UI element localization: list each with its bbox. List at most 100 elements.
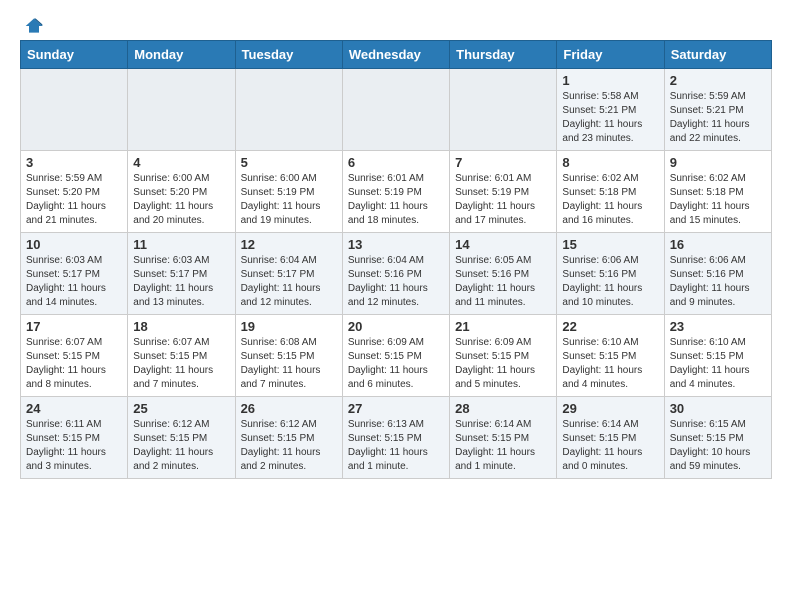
week-row-4: 17Sunrise: 6:07 AM Sunset: 5:15 PM Dayli… [21,315,772,397]
day-number: 28 [455,401,551,416]
day-cell-8: 8 Sunrise: 6:02 AM Sunset: 5:18 PM Daylig… [557,151,664,233]
week-row-1: 1 Sunrise: 5:58 AM Sunset: 5:21 PM Daylig… [21,69,772,151]
day-cell-9: 9 Sunrise: 6:02 AM Sunset: 5:18 PM Daylig… [664,151,771,233]
day-cell-30: 30 Sunrise: 6:15 AM Sunset: 5:15 PM Dayli… [664,397,771,479]
day-number: 3 [26,155,122,170]
day-cell-17: 17Sunrise: 6:07 AM Sunset: 5:15 PM Dayli… [21,315,128,397]
day-cell-6: 6 Sunrise: 6:01 AM Sunset: 5:19 PM Daylig… [342,151,449,233]
day-cell-2: 2 Sunrise: 5:59 AM Sunset: 5:21 PM Daylig… [664,69,771,151]
week-row-2: 3 Sunrise: 5:59 AM Sunset: 5:20 PM Daylig… [21,151,772,233]
empty-cell [128,69,235,151]
day-info: Sunrise: 6:09 AM Sunset: 5:15 PM Dayligh… [348,336,444,392]
day-cell-12: 12 Sunrise: 6:04 AM Sunset: 5:17 PM Dayli… [235,233,342,315]
day-cell-21: 21 Sunrise: 6:09 AM Sunset: 5:15 PM Dayli… [450,315,557,397]
day-info: Sunrise: 6:06 AM Sunset: 5:16 PM Dayligh… [670,254,766,310]
day-cell-3: 3 Sunrise: 5:59 AM Sunset: 5:20 PM Daylig… [21,151,128,233]
day-info: Sunrise: 6:01 AM Sunset: 5:19 PM Dayligh… [455,172,551,228]
day-cell-7: 7 Sunrise: 6:01 AM Sunset: 5:19 PM Daylig… [450,151,557,233]
day-number: 26 [241,401,337,416]
day-number: 22 [562,319,658,334]
day-number: 15 [562,237,658,252]
day-number: 8 [562,155,658,170]
day-number: 29 [562,401,658,416]
weekday-header-thursday: Thursday [450,41,557,69]
day-info: Sunrise: 6:02 AM Sunset: 5:18 PM Dayligh… [562,172,658,228]
day-info: Sunrise: 6:01 AM Sunset: 5:19 PM Dayligh… [348,172,444,228]
day-info: Sunrise: 6:13 AM Sunset: 5:15 PM Dayligh… [348,418,444,474]
day-number: 16 [670,237,766,252]
day-cell-22: 22 Sunrise: 6:10 AM Sunset: 5:15 PM Dayli… [557,315,664,397]
day-number: 13 [348,237,444,252]
day-number: 14 [455,237,551,252]
day-cell-29: 29Sunrise: 6:14 AM Sunset: 5:15 PM Dayli… [557,397,664,479]
day-cell-14: 14 Sunrise: 6:05 AM Sunset: 5:16 PM Dayli… [450,233,557,315]
empty-cell [342,69,449,151]
day-info: Sunrise: 6:07 AM Sunset: 5:15 PM Dayligh… [133,336,229,392]
day-number: 30 [670,401,766,416]
day-number: 5 [241,155,337,170]
day-number: 24 [26,401,122,416]
day-cell-18: 18Sunrise: 6:07 AM Sunset: 5:15 PM Dayli… [128,315,235,397]
day-info: Sunrise: 6:03 AM Sunset: 5:17 PM Dayligh… [26,254,122,310]
day-info: Sunrise: 6:05 AM Sunset: 5:16 PM Dayligh… [455,254,551,310]
day-number: 27 [348,401,444,416]
day-number: 11 [133,237,229,252]
day-number: 2 [670,73,766,88]
day-number: 7 [455,155,551,170]
weekday-header-friday: Friday [557,41,664,69]
header [20,16,772,32]
day-cell-4: 4Sunrise: 6:00 AM Sunset: 5:20 PM Daylig… [128,151,235,233]
weekday-header-monday: Monday [128,41,235,69]
day-info: Sunrise: 5:59 AM Sunset: 5:20 PM Dayligh… [26,172,122,228]
day-info: Sunrise: 6:12 AM Sunset: 5:15 PM Dayligh… [133,418,229,474]
day-cell-19: 19Sunrise: 6:08 AM Sunset: 5:15 PM Dayli… [235,315,342,397]
day-number: 23 [670,319,766,334]
logo-icon [24,16,44,36]
day-info: Sunrise: 5:59 AM Sunset: 5:21 PM Dayligh… [670,90,766,146]
weekday-header-row: SundayMondayTuesdayWednesdayThursdayFrid… [21,41,772,69]
day-number: 12 [241,237,337,252]
day-info: Sunrise: 6:00 AM Sunset: 5:20 PM Dayligh… [133,172,229,228]
day-info: Sunrise: 6:00 AM Sunset: 5:19 PM Dayligh… [241,172,337,228]
day-number: 20 [348,319,444,334]
day-number: 10 [26,237,122,252]
day-info: Sunrise: 6:15 AM Sunset: 5:15 PM Dayligh… [670,418,766,474]
day-info: Sunrise: 6:03 AM Sunset: 5:17 PM Dayligh… [133,254,229,310]
day-info: Sunrise: 6:07 AM Sunset: 5:15 PM Dayligh… [26,336,122,392]
day-info: Sunrise: 6:06 AM Sunset: 5:16 PM Dayligh… [562,254,658,310]
weekday-header-sunday: Sunday [21,41,128,69]
day-info: Sunrise: 6:11 AM Sunset: 5:15 PM Dayligh… [26,418,122,474]
weekday-header-tuesday: Tuesday [235,41,342,69]
day-info: Sunrise: 6:04 AM Sunset: 5:16 PM Dayligh… [348,254,444,310]
logo [20,16,44,32]
day-info: Sunrise: 6:04 AM Sunset: 5:17 PM Dayligh… [241,254,337,310]
day-number: 6 [348,155,444,170]
day-cell-11: 11 Sunrise: 6:03 AM Sunset: 5:17 PM Dayli… [128,233,235,315]
week-row-5: 24 Sunrise: 6:11 AM Sunset: 5:15 PM Dayli… [21,397,772,479]
day-cell-28: 28 Sunrise: 6:14 AM Sunset: 5:15 PM Dayli… [450,397,557,479]
day-info: Sunrise: 6:02 AM Sunset: 5:18 PM Dayligh… [670,172,766,228]
day-number: 1 [562,73,658,88]
empty-cell [235,69,342,151]
empty-cell [21,69,128,151]
day-number: 25 [133,401,229,416]
day-info: Sunrise: 6:14 AM Sunset: 5:15 PM Dayligh… [455,418,551,474]
day-cell-24: 24 Sunrise: 6:11 AM Sunset: 5:15 PM Dayli… [21,397,128,479]
day-number: 21 [455,319,551,334]
day-info: Sunrise: 6:08 AM Sunset: 5:15 PM Dayligh… [241,336,337,392]
day-cell-23: 23Sunrise: 6:10 AM Sunset: 5:15 PM Dayli… [664,315,771,397]
day-info: Sunrise: 6:12 AM Sunset: 5:15 PM Dayligh… [241,418,337,474]
day-info: Sunrise: 5:58 AM Sunset: 5:21 PM Dayligh… [562,90,658,146]
day-number: 9 [670,155,766,170]
day-cell-26: 26 Sunrise: 6:12 AM Sunset: 5:15 PM Dayli… [235,397,342,479]
day-cell-1: 1 Sunrise: 5:58 AM Sunset: 5:21 PM Daylig… [557,69,664,151]
empty-cell [450,69,557,151]
weekday-header-wednesday: Wednesday [342,41,449,69]
day-cell-16: 16 Sunrise: 6:06 AM Sunset: 5:16 PM Dayli… [664,233,771,315]
day-cell-15: 15 Sunrise: 6:06 AM Sunset: 5:16 PM Dayli… [557,233,664,315]
day-cell-5: 5 Sunrise: 6:00 AM Sunset: 5:19 PM Daylig… [235,151,342,233]
day-info: Sunrise: 6:09 AM Sunset: 5:15 PM Dayligh… [455,336,551,392]
day-cell-27: 27 Sunrise: 6:13 AM Sunset: 5:15 PM Dayli… [342,397,449,479]
day-info: Sunrise: 6:10 AM Sunset: 5:15 PM Dayligh… [562,336,658,392]
day-cell-13: 13 Sunrise: 6:04 AM Sunset: 5:16 PM Dayli… [342,233,449,315]
